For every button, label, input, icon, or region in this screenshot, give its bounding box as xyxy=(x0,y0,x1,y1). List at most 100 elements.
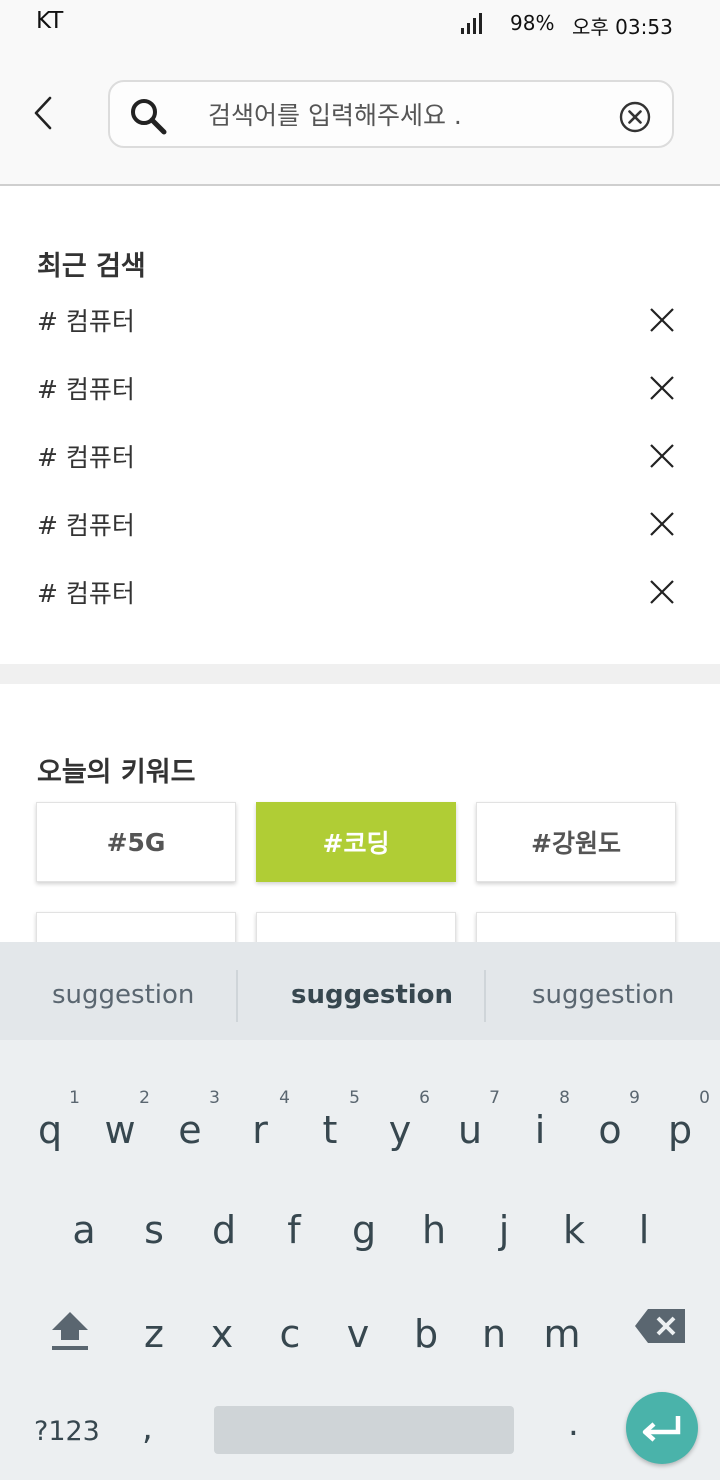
key-label: m xyxy=(543,1312,581,1356)
key-hint-number: 1 xyxy=(69,1088,80,1108)
key-label: f xyxy=(287,1208,301,1252)
key-label: d xyxy=(211,1208,237,1252)
recent-search-item[interactable]: # 컴퓨터 xyxy=(0,364,720,432)
key-z[interactable]: z xyxy=(124,1302,184,1382)
key-label: i xyxy=(534,1108,546,1152)
search-header xyxy=(0,46,720,186)
recent-search-item[interactable]: # 컴퓨터 xyxy=(0,500,720,568)
key-label: s xyxy=(144,1208,164,1252)
soft-keyboard: suggestion suggestion suggestion 1q2w3e4… xyxy=(0,942,720,1480)
key-hint-number: 2 xyxy=(139,1088,150,1108)
keyword-chip-selected[interactable]: #코딩 xyxy=(256,802,456,882)
back-button[interactable] xyxy=(26,92,66,136)
key-label: x xyxy=(210,1312,234,1356)
key-b[interactable]: b xyxy=(396,1302,456,1382)
key-label: b xyxy=(413,1312,439,1356)
clear-search-button[interactable] xyxy=(618,100,652,134)
enter-key[interactable] xyxy=(626,1392,698,1464)
recent-search-label: # 컴퓨터 xyxy=(37,579,135,608)
key-hint-number: 4 xyxy=(279,1088,290,1108)
key-label: j xyxy=(498,1208,510,1252)
key-r[interactable]: 4r xyxy=(230,1088,290,1178)
suggestion-separator xyxy=(484,970,486,1022)
key-g[interactable]: g xyxy=(334,1198,394,1278)
recent-search-item[interactable]: # 컴퓨터 xyxy=(0,568,720,636)
suggestion-bar: suggestion suggestion suggestion xyxy=(0,942,720,1040)
search-input[interactable] xyxy=(208,92,598,138)
key-h[interactable]: h xyxy=(404,1198,464,1278)
key-label: l xyxy=(638,1208,650,1252)
recent-search-label: # 컴퓨터 xyxy=(37,443,135,472)
key-label: n xyxy=(481,1312,507,1356)
recent-search-item[interactable]: # 컴퓨터 xyxy=(0,432,720,500)
key-label: u xyxy=(457,1108,483,1152)
key-m[interactable]: m xyxy=(532,1302,592,1382)
key-w[interactable]: 2w xyxy=(90,1088,150,1178)
key-x[interactable]: x xyxy=(192,1302,252,1382)
key-label: q xyxy=(37,1108,63,1152)
key-p[interactable]: 0p xyxy=(650,1088,710,1178)
symbols-key[interactable]: ?123 xyxy=(34,1416,100,1447)
key-d[interactable]: d xyxy=(194,1198,254,1278)
key-u[interactable]: 7u xyxy=(440,1088,500,1178)
key-n[interactable]: n xyxy=(464,1302,524,1382)
key-f[interactable]: f xyxy=(264,1198,324,1278)
space-key[interactable] xyxy=(214,1406,514,1454)
battery-level: 98% xyxy=(510,11,555,35)
key-label: e xyxy=(178,1108,202,1152)
key-t[interactable]: 5t xyxy=(300,1088,360,1178)
key-y[interactable]: 6y xyxy=(370,1088,430,1178)
key-label: a xyxy=(72,1208,96,1252)
suggestion-separator xyxy=(236,970,238,1022)
key-a[interactable]: a xyxy=(54,1198,114,1278)
key-label: p xyxy=(667,1108,693,1152)
status-bar: KT 98% 오후 03:53 xyxy=(0,0,720,46)
close-icon[interactable] xyxy=(648,510,676,538)
key-e[interactable]: 3e xyxy=(160,1088,220,1178)
signal-bars-icon xyxy=(461,12,483,34)
key-o[interactable]: 9o xyxy=(580,1088,640,1178)
carrier-label: KT xyxy=(36,8,64,34)
recent-search-label: # 컴퓨터 xyxy=(37,307,135,336)
close-icon[interactable] xyxy=(648,442,676,470)
suggestion-right[interactable]: suggestion xyxy=(532,980,674,1010)
key-q[interactable]: 1q xyxy=(20,1088,80,1178)
recent-search-item[interactable]: # 컴퓨터 xyxy=(0,296,720,364)
key-hint-number: 5 xyxy=(349,1088,360,1108)
today-keyword-title: 오늘의 키워드 xyxy=(37,757,196,788)
close-icon[interactable] xyxy=(648,306,676,334)
period-key[interactable]: . xyxy=(568,1404,579,1444)
shift-arrow-icon xyxy=(52,1312,88,1350)
key-c[interactable]: c xyxy=(260,1302,320,1382)
key-hint-number: 0 xyxy=(699,1088,710,1108)
comma-key[interactable]: , xyxy=(142,1408,153,1448)
key-label: r xyxy=(252,1108,268,1152)
keyword-chip[interactable]: #5G xyxy=(36,802,236,882)
enter-return-icon xyxy=(642,1416,681,1442)
backspace-icon xyxy=(635,1309,685,1343)
key-hint-number: 8 xyxy=(559,1088,570,1108)
key-j[interactable]: j xyxy=(474,1198,534,1278)
keyword-chip[interactable]: #강원도 xyxy=(476,802,676,882)
search-box[interactable] xyxy=(108,80,674,148)
suggestion-center[interactable]: suggestion xyxy=(291,980,453,1010)
key-label: t xyxy=(322,1108,338,1152)
key-v[interactable]: v xyxy=(328,1302,388,1382)
key-k[interactable]: k xyxy=(544,1198,604,1278)
recent-search-label: # 컴퓨터 xyxy=(37,375,135,404)
close-icon[interactable] xyxy=(648,374,676,402)
close-icon[interactable] xyxy=(648,578,676,606)
backspace-key[interactable] xyxy=(634,1308,686,1344)
key-i[interactable]: 8i xyxy=(510,1088,570,1178)
recent-search-title: 최근 검색 xyxy=(37,251,146,282)
suggestion-left[interactable]: suggestion xyxy=(52,980,194,1010)
key-label: o xyxy=(598,1108,622,1152)
key-hint-number: 6 xyxy=(419,1088,430,1108)
key-hint-number: 9 xyxy=(629,1088,640,1108)
key-l[interactable]: l xyxy=(614,1198,674,1278)
key-s[interactable]: s xyxy=(124,1198,184,1278)
clear-circle-icon xyxy=(619,101,651,133)
chevron-left-icon xyxy=(34,96,52,130)
shift-key[interactable] xyxy=(48,1308,92,1352)
section-divider xyxy=(0,664,720,684)
